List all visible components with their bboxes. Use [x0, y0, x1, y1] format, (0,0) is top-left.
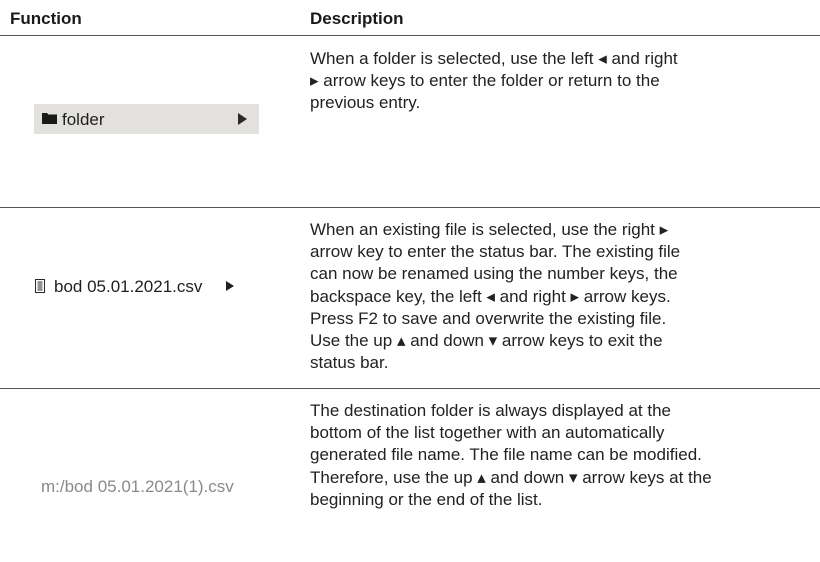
- destination-description: The destination folder is always display…: [310, 400, 820, 511]
- right-arrow-icon: [238, 113, 247, 125]
- description-line: generated file name. The file name can b…: [310, 445, 702, 465]
- folder-icon: [42, 113, 57, 124]
- description-line: The destination folder is always display…: [310, 401, 671, 420]
- description-line: backspace key, the left ◂ and right ▸ ar…: [310, 286, 671, 306]
- description-line: Press F2 to save and overwrite the exist…: [310, 308, 667, 328]
- row-divider: [0, 388, 820, 389]
- folder-entry: folder: [34, 104, 259, 134]
- description-line: ▸ arrow keys to enter the folder or retu…: [310, 71, 660, 91]
- description-line: When a folder is selected, use the left …: [310, 49, 678, 68]
- header-description: Description: [310, 9, 404, 28]
- description-line: Use the up ▴ and down ▾ arrow keys to ex…: [310, 331, 663, 351]
- header-divider: [0, 35, 820, 36]
- description-line: status bar.: [310, 353, 389, 373]
- file-description: When an existing file is selected, use t…: [310, 219, 820, 374]
- description-line: can now be renamed using the number keys…: [310, 264, 678, 284]
- file-icon: [35, 279, 45, 293]
- destination-file-name: m:/bod 05.01.2021(1).csv: [41, 477, 234, 496]
- row-divider: [0, 207, 820, 208]
- description-line: When an existing file is selected, use t…: [310, 220, 669, 239]
- description-line: beginning or the end of the list.: [310, 489, 543, 509]
- folder-description: When a folder is selected, use the left …: [310, 48, 820, 115]
- table-header: Function Description: [0, 0, 820, 34]
- function-description-table: Function Description folder When a folde…: [0, 0, 820, 562]
- description-line: arrow key to enter the status bar. The e…: [310, 242, 681, 262]
- description-line: previous entry.: [310, 93, 421, 113]
- description-line: bottom of the list together with an auto…: [310, 423, 665, 443]
- right-arrow-icon: [226, 281, 234, 291]
- file-label: bod 05.01.2021.csv: [54, 277, 203, 296]
- header-function: Function: [10, 9, 82, 28]
- description-line: Therefore, use the up ▴ and down ▾ arrow…: [310, 467, 712, 487]
- folder-label: folder: [62, 110, 105, 129]
